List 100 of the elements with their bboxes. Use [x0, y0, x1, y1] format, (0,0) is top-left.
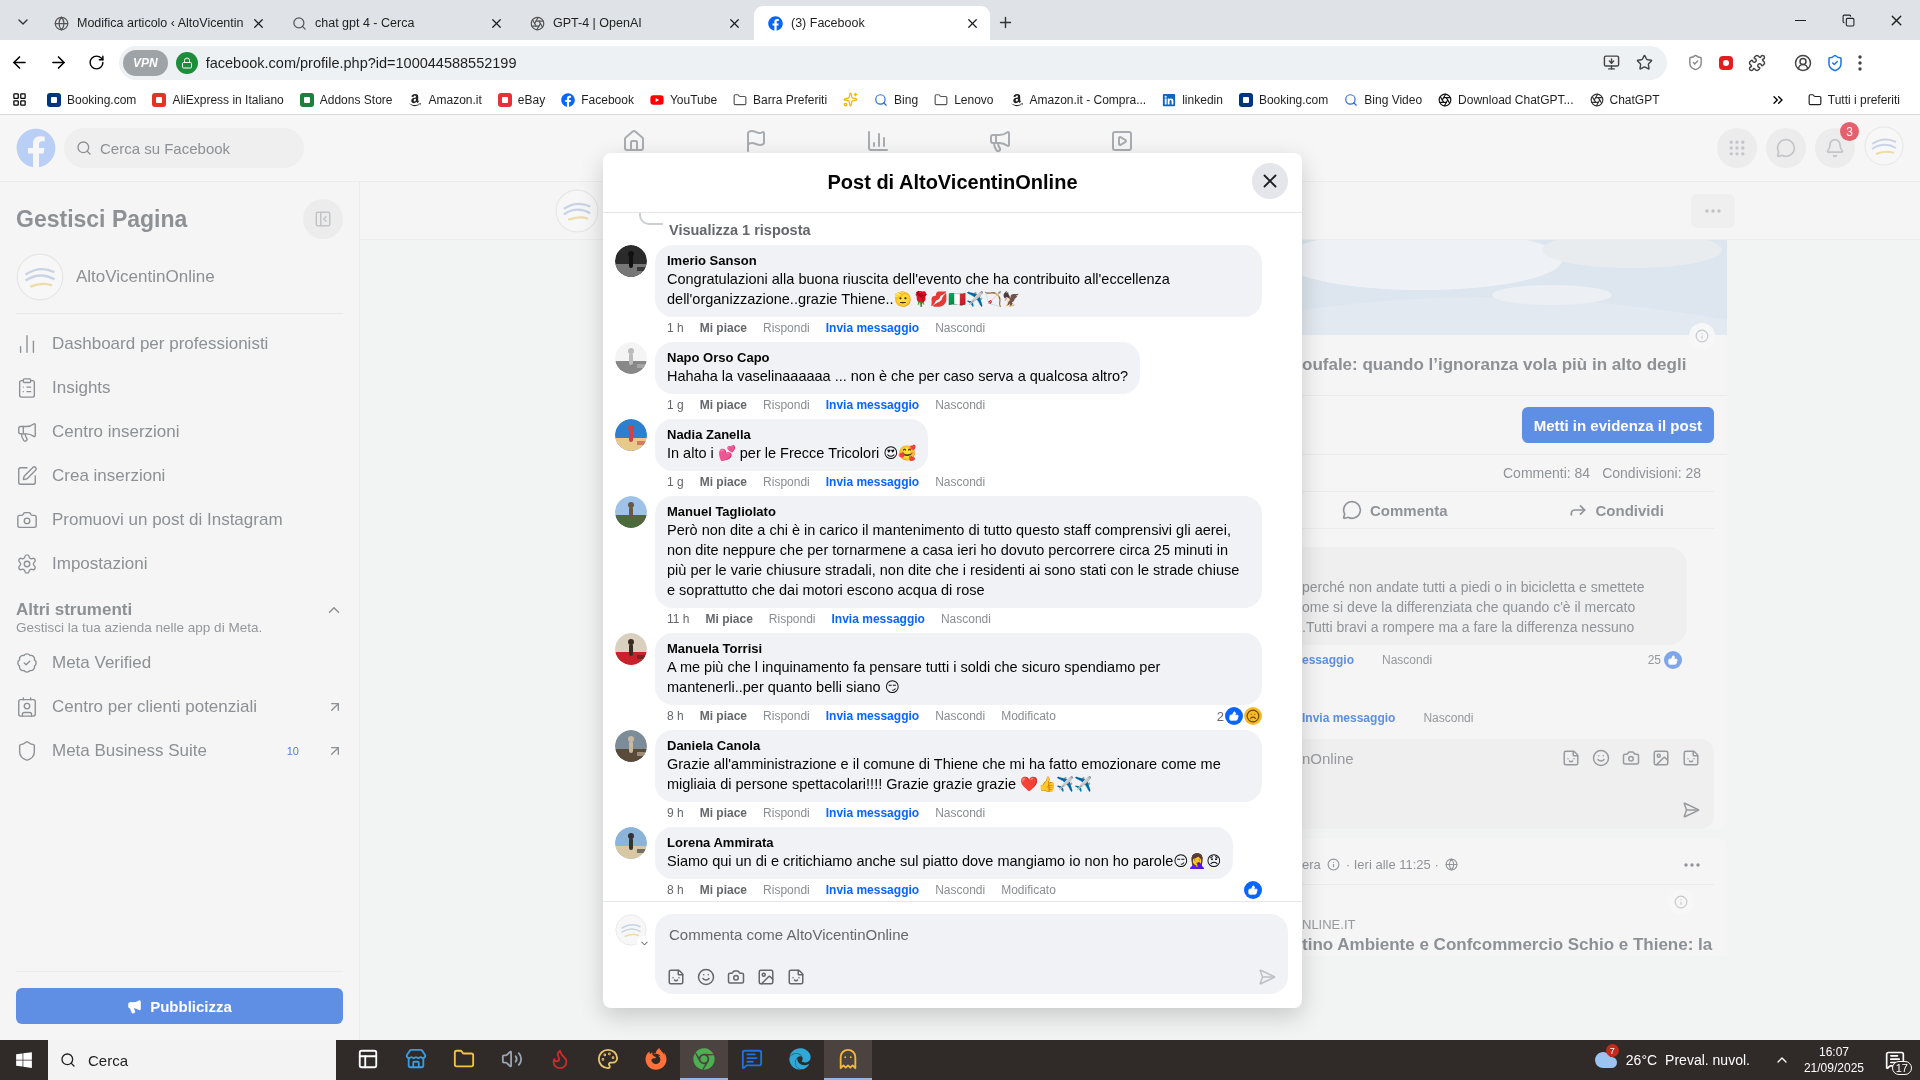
back-icon[interactable]	[10, 53, 29, 72]
bookmark-link[interactable]: Booking.com	[1230, 87, 1337, 112]
bookmark-link[interactable]: ChatGPT	[1581, 87, 1668, 112]
browser-tab[interactable]: GPT-4 | OpenAI	[516, 6, 752, 40]
bookmark-link[interactable]: eBay	[489, 87, 554, 112]
comment-action[interactable]: Mi piace	[699, 883, 748, 897]
comment-author[interactable]: Napo Orso Capo	[667, 349, 1129, 366]
comment-action[interactable]: Nascondi	[935, 709, 986, 723]
bookmark-link[interactable]: Amazon.it	[400, 87, 490, 112]
sidebar-item[interactable]: Promuovi un post di Instagram	[16, 498, 343, 542]
comment-time[interactable]: 1 h	[667, 321, 684, 335]
clock[interactable]: 16:07 21/09/2025	[1803, 1044, 1864, 1076]
comment-author[interactable]: Lorena Ammirata	[667, 834, 1222, 851]
comment-time[interactable]: 8 h	[667, 883, 684, 897]
comment-action[interactable]: Mi piace	[699, 806, 748, 820]
browser-tab[interactable]: Modifica articolo ‹ AltoVicentin	[40, 6, 276, 40]
notifications-button[interactable]: 17	[1878, 1045, 1912, 1075]
comment-author[interactable]: Daniela Canola	[667, 737, 1250, 754]
bookmark-folder[interactable]: Tutti i preferiti	[1799, 87, 1908, 112]
more-icon[interactable]	[1684, 862, 1700, 867]
comment-action[interactable]: Mi piace	[699, 398, 748, 412]
comment-author[interactable]: Manuel Tagliolato	[667, 503, 1250, 520]
comment-action[interactable]: Rispondi	[763, 883, 810, 897]
profile-icon[interactable]	[1794, 53, 1812, 72]
address-bar[interactable]: VPN facebook.com/profile.php?id=100044588552199	[119, 45, 1667, 80]
close-button[interactable]	[1252, 163, 1288, 199]
bookmark-link[interactable]: Facebook	[553, 87, 642, 112]
extensions-icon[interactable]	[1748, 53, 1766, 72]
comment-author[interactable]: Imerio Sanson	[667, 252, 1250, 269]
comment-author[interactable]: Manuela Torrisi	[667, 640, 1250, 657]
promote-button[interactable]: Pubblicizza	[16, 988, 343, 1024]
bookmark-folder[interactable]: Lenovo	[926, 87, 1002, 112]
comment-action[interactable]: Invia messaggio	[825, 709, 920, 723]
comment-action[interactable]: Invia messaggio	[831, 612, 925, 626]
bookmark-link[interactable]: Download ChatGPT...	[1430, 87, 1582, 112]
comment-action[interactable]: Rispondi	[763, 806, 810, 820]
bookmark-link[interactable]: AliExpress in Italiano	[144, 87, 292, 112]
sidebar-item[interactable]: Crea inserzioni	[16, 454, 343, 498]
apps-icon[interactable]	[12, 92, 27, 107]
comment-action[interactable]: Mi piace	[699, 321, 748, 335]
gif-icon[interactable]	[757, 968, 775, 986]
bookmark-link[interactable]: Amazon.it - Compra...	[1001, 87, 1155, 112]
sidebar-item[interactable]: Dashboard per professionisti	[16, 322, 343, 366]
reload-icon[interactable]	[88, 54, 105, 71]
avatar-sticker-icon[interactable]	[667, 968, 685, 986]
comment-action[interactable]: Rispondi	[768, 612, 816, 626]
sidebar-item[interactable]: Centro inserzioni	[16, 410, 343, 454]
message-link[interactable]: Invia messaggio	[1302, 711, 1396, 725]
weather-widget[interactable]: 7 26°C Preval. nuvol.	[1593, 1040, 1750, 1080]
comment-time[interactable]: 11 h	[667, 612, 690, 626]
comment-action[interactable]: Invia messaggio	[825, 398, 920, 412]
comment-time[interactable]: 9 h	[667, 806, 684, 820]
forward-icon[interactable]	[49, 53, 68, 72]
bookmark-folder[interactable]: Barra Preferiti	[725, 87, 836, 112]
menu-icon[interactable]	[1858, 54, 1862, 71]
comment-action[interactable]: Nascondi	[935, 321, 986, 335]
comment-action[interactable]: Invia messaggio	[825, 321, 920, 335]
comment-action[interactable]: Mi piace	[699, 475, 748, 489]
sidebar-item[interactable]: Impostazioni	[16, 542, 343, 586]
install-icon[interactable]	[1603, 54, 1620, 71]
camera-icon[interactable]	[727, 968, 745, 986]
comment-action[interactable]: Rispondi	[763, 398, 810, 412]
comment-action[interactable]: Mi piace	[699, 709, 748, 723]
comment-action[interactable]: Nascondi	[935, 398, 986, 412]
sidebar-item[interactable]: Meta Verified	[16, 641, 343, 685]
sidebar-item[interactable]: Meta Business Suite 10	[16, 729, 343, 773]
comment-time[interactable]: 1 g	[667, 475, 684, 489]
comment-action[interactable]: Invia messaggio	[825, 883, 920, 897]
star-icon[interactable]	[1636, 54, 1653, 71]
comment-action[interactable]: Rispondi	[763, 321, 810, 335]
boost-post-button[interactable]: Metti in evidenza il post	[1521, 407, 1714, 443]
notifications-button[interactable]	[1815, 128, 1855, 168]
comment-action[interactable]: Nascondi	[935, 883, 986, 897]
browser-tab[interactable]: chat gpt 4 - Cerca	[278, 6, 514, 40]
comment-action[interactable]: Invia messaggio	[825, 475, 920, 489]
comment-action[interactable]: Rispondi	[763, 709, 810, 723]
extension-icon[interactable]	[1718, 54, 1734, 71]
comment-action[interactable]: Mi piace	[705, 612, 753, 626]
comment-action[interactable]: Rispondi	[763, 475, 810, 489]
taskbar-search[interactable]: Cerca	[48, 1040, 336, 1080]
comment-time[interactable]: 8 h	[667, 709, 684, 723]
bookmark-link[interactable]: YouTube	[641, 87, 726, 112]
bookmark-link[interactable]: Bing	[866, 87, 927, 112]
comment-action[interactable]: Nascondi	[935, 806, 986, 820]
comment-author[interactable]: Nadia Zanella	[667, 426, 917, 443]
bookmark-link[interactable]: Booking.com	[39, 87, 145, 112]
comment-action[interactable]: Invia messaggio	[825, 806, 920, 820]
view-replies-link[interactable]: Visualizza 1 risposta	[669, 222, 811, 238]
browser-tab[interactable]: (3) Facebook	[754, 6, 990, 40]
comment-time[interactable]: 1 g	[667, 398, 684, 412]
message-link[interactable]: essaggio	[1302, 653, 1355, 667]
comment-action[interactable]: Nascondi	[940, 612, 991, 626]
bookmark-link[interactable]: linkedin	[1154, 87, 1231, 112]
comment-action[interactable]: Nascondi	[935, 475, 986, 489]
comment-field[interactable]: Commenta come AltoVicentinOnline	[655, 914, 1288, 994]
comment-input[interactable]: Commenta come AltoVicentinOnline	[667, 922, 1276, 946]
sticker-icon[interactable]	[787, 968, 805, 986]
emoji-icon[interactable]	[697, 968, 715, 986]
bookmark-link[interactable]: Bing Video	[1336, 87, 1431, 112]
bookmark-link[interactable]: Addons Store	[291, 87, 401, 112]
